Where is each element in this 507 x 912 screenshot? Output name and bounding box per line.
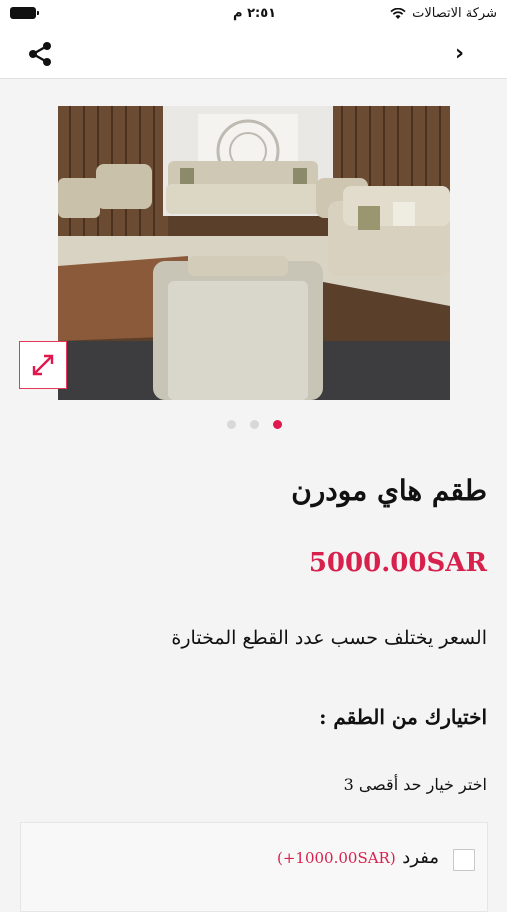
status-bar: شركة الاتصالات ٢:٥١ م xyxy=(0,0,507,28)
gallery-dot[interactable] xyxy=(250,420,259,429)
gallery-pagination xyxy=(227,420,282,429)
product-photo xyxy=(58,106,450,400)
battery-icon xyxy=(10,7,39,19)
gallery-dot-active[interactable] xyxy=(273,420,282,429)
top-nav: › xyxy=(0,28,507,79)
options-heading: اختيارك من الطقم : xyxy=(319,705,487,729)
option-checkbox[interactable] xyxy=(453,849,475,871)
share-icon[interactable] xyxy=(26,40,54,68)
product-title: طقم هاي مودرن xyxy=(291,474,487,507)
option-price: (+1000.00SAR) xyxy=(277,849,396,867)
expand-icon xyxy=(32,354,54,376)
wifi-icon xyxy=(390,7,406,19)
product-price: 5000.00SAR xyxy=(308,548,487,578)
clock: ٢:٥١ م xyxy=(233,6,277,21)
option-label: مفرد xyxy=(402,847,439,868)
option-item[interactable]: مفرد (+1000.00SAR) xyxy=(20,822,488,912)
product-image-gallery[interactable] xyxy=(58,106,450,400)
price-note: السعر يختلف حسب عدد القطع المختارة xyxy=(171,627,487,649)
back-chevron-icon[interactable]: › xyxy=(455,42,471,66)
carrier-name: شركة الاتصالات xyxy=(412,6,497,21)
options-hint: اختر خيار حد أقصى 3 xyxy=(343,775,487,794)
gallery-dot[interactable] xyxy=(227,420,236,429)
carrier-info: شركة الاتصالات xyxy=(390,6,497,21)
expand-image-button[interactable] xyxy=(19,341,67,389)
